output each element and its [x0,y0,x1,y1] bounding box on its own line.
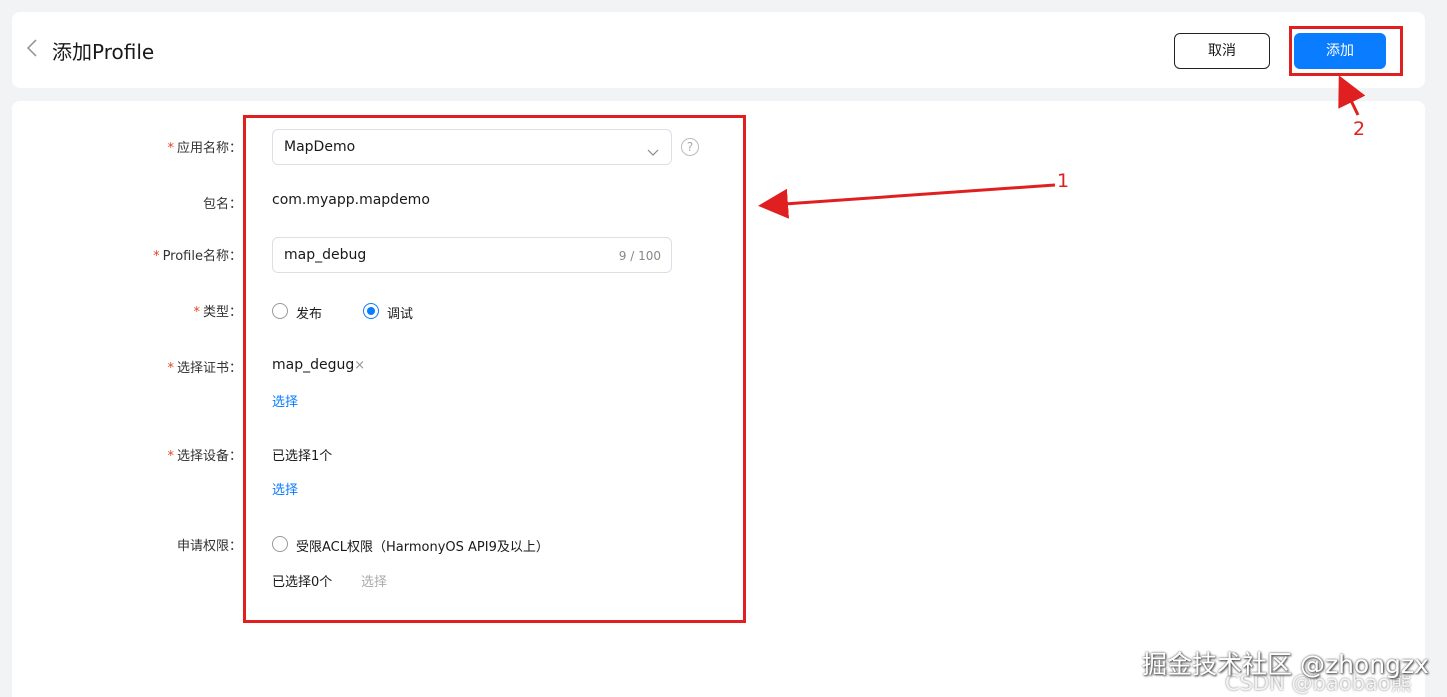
annotation-arrows [758,75,1366,219]
page: 添加Profile 取消 添加 * 应用名称： MapDemo ? 包名： com… [0,0,1447,697]
annotation-number-1: 1 [1057,170,1070,192]
annotation-arrow-1 [758,183,1056,219]
watermark: 掘金技术社区 @zhongzx [1142,650,1429,679]
annotation-number-2: 2 [1353,118,1366,140]
annotation-arrow-2 [1338,75,1366,116]
